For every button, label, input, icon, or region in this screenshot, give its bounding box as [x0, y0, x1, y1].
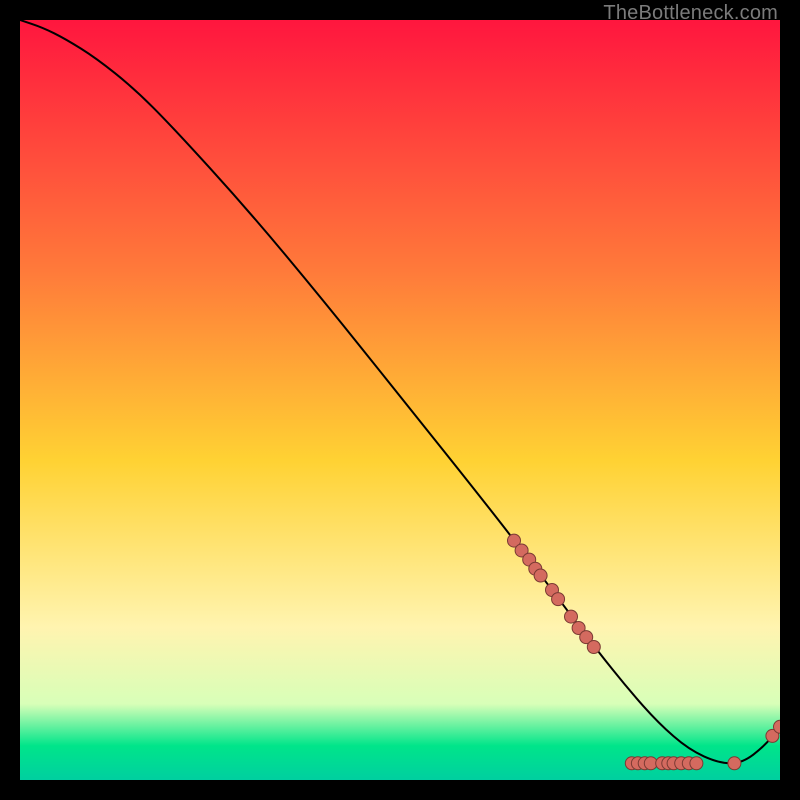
data-point	[534, 569, 547, 582]
data-point	[587, 641, 600, 654]
data-point	[565, 610, 578, 623]
plot-area	[20, 20, 780, 780]
gradient-background	[20, 20, 780, 780]
chart-svg	[20, 20, 780, 780]
data-point	[690, 757, 703, 770]
data-point	[552, 593, 565, 606]
data-point	[728, 757, 741, 770]
chart-stage: TheBottleneck.com	[0, 0, 800, 800]
